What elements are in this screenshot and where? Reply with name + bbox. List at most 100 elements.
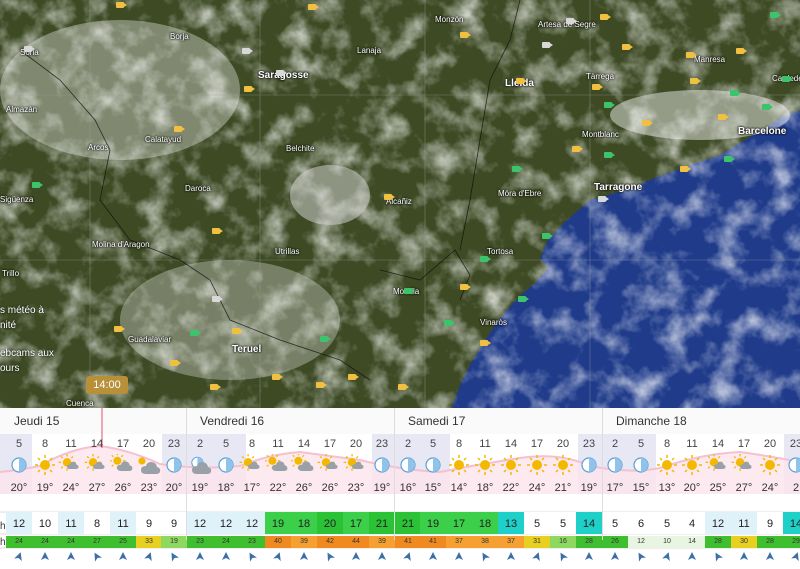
- webcam-icon[interactable]: [592, 84, 603, 90]
- webcam-icon[interactable]: [782, 76, 793, 82]
- webcam-icon[interactable]: [622, 44, 633, 50]
- city-label[interactable]: Guadalaviar: [128, 335, 171, 344]
- webcam-icon[interactable]: [690, 78, 701, 84]
- city-label[interactable]: Utrillas: [275, 247, 299, 256]
- city-label[interactable]: Daroca: [185, 184, 211, 193]
- city-label[interactable]: Almazán: [6, 105, 37, 114]
- webcam-icon[interactable]: [512, 166, 523, 172]
- city-label[interactable]: Móra d'Ebre: [498, 189, 541, 198]
- wind-direction-icon: [187, 550, 213, 564]
- webcam-icon[interactable]: [604, 102, 615, 108]
- webcam-icon[interactable]: [404, 288, 415, 294]
- city-label[interactable]: Teruel: [232, 344, 261, 355]
- webcam-icon[interactable]: [686, 52, 697, 58]
- webcam-icon[interactable]: [598, 196, 609, 202]
- webcam-icon[interactable]: [32, 182, 43, 188]
- city-label[interactable]: Montblanc: [582, 130, 619, 139]
- webcam-icon[interactable]: [170, 360, 181, 366]
- webcam-icon[interactable]: [348, 374, 359, 380]
- wind-direction-icon: [136, 550, 162, 564]
- webcam-icon[interactable]: [316, 382, 327, 388]
- temperature-value: 15°: [632, 482, 650, 494]
- city-label[interactable]: Manresa: [694, 55, 725, 64]
- webcam-icon[interactable]: [516, 78, 527, 84]
- city-label[interactable]: Tarragone: [594, 182, 642, 193]
- city-label[interactable]: Tortosa: [487, 247, 513, 256]
- webcam-icon[interactable]: [762, 104, 773, 110]
- city-label[interactable]: Tàrrega: [586, 72, 614, 81]
- city-label[interactable]: Vinaròs: [480, 318, 507, 327]
- wind-direction-icon: [628, 550, 654, 564]
- webcam-icon[interactable]: [384, 194, 395, 200]
- temperature-value: 24°: [761, 482, 779, 494]
- webcam-icon[interactable]: [244, 86, 255, 92]
- webcam-icon[interactable]: [242, 48, 253, 54]
- webcam-icon[interactable]: [642, 120, 653, 126]
- webcam-icon[interactable]: [770, 12, 781, 18]
- forecast-panel[interactable]: 12 10 11 8 11 9 9 12 12 12 19 18 20 17 21 21 19 17 18 13 5 5 1…: [0, 408, 800, 564]
- wind-speed-value: 12: [193, 518, 207, 530]
- webcam-icon[interactable]: [736, 48, 747, 54]
- day-header-saturday[interactable]: Samedi 17: [394, 408, 602, 434]
- hour-label: 11: [479, 438, 491, 450]
- temperature-value: 24°: [528, 482, 546, 494]
- webcam-icon[interactable]: [680, 166, 691, 172]
- webcam-icon[interactable]: [518, 296, 529, 302]
- temperature-value: 14°: [450, 482, 468, 494]
- webcam-icon[interactable]: [542, 42, 553, 48]
- webcam-icon[interactable]: [190, 330, 201, 336]
- webcam-icon[interactable]: [718, 114, 729, 120]
- webcam-icon[interactable]: [276, 70, 287, 76]
- webcam-icon[interactable]: [480, 256, 491, 262]
- webcam-icon[interactable]: [480, 340, 491, 346]
- temperature-value: 19°: [191, 482, 209, 494]
- city-label[interactable]: Trillo: [2, 269, 19, 278]
- webcam-icon[interactable]: [174, 126, 185, 132]
- satellite-map[interactable]: Soria Borja Monzón Artesa de Segre Lanaj…: [0, 0, 800, 408]
- city-label[interactable]: Monzón: [435, 15, 463, 24]
- city-label[interactable]: Belchite: [286, 144, 314, 153]
- webcam-icon[interactable]: [116, 2, 127, 8]
- day-header-thursday[interactable]: Jeudi 15: [0, 408, 186, 434]
- webcam-icon[interactable]: [566, 18, 577, 24]
- webcam-icon[interactable]: [542, 233, 553, 239]
- webcam-icon[interactable]: [212, 228, 223, 234]
- webcam-icon[interactable]: [398, 384, 409, 390]
- day-header-friday[interactable]: Vendredi 16: [186, 408, 394, 434]
- webcam-icon[interactable]: [114, 326, 125, 332]
- webcam-icon[interactable]: [444, 320, 455, 326]
- city-label[interactable]: Calatayud: [145, 135, 181, 144]
- webcam-icon[interactable]: [308, 4, 319, 10]
- day-header-sunday[interactable]: Dimanche 18: [602, 408, 800, 434]
- city-label[interactable]: Cuenca: [66, 399, 94, 408]
- wind-speed-value: 5: [611, 518, 619, 530]
- wind-gust-value: 24: [58, 536, 84, 548]
- hour-label: 14: [297, 438, 311, 450]
- webcam-icon[interactable]: [210, 384, 221, 390]
- webcam-icon[interactable]: [604, 152, 615, 158]
- webcam-icon[interactable]: [572, 146, 583, 152]
- webcam-icon[interactable]: [320, 336, 331, 342]
- wind-speed-value: 11: [738, 518, 750, 530]
- wind-gust-value: 28: [576, 536, 602, 548]
- webcam-icon[interactable]: [724, 156, 735, 162]
- webcam-icon[interactable]: [730, 90, 741, 96]
- city-label[interactable]: Molina d'Aragon: [92, 240, 150, 249]
- hour-label: 8: [41, 438, 49, 450]
- city-label[interactable]: Borja: [170, 32, 189, 41]
- webcam-icon[interactable]: [24, 46, 35, 52]
- hour-label: 17: [737, 438, 751, 450]
- moon-icon: [369, 454, 395, 476]
- webcam-icon[interactable]: [600, 14, 611, 20]
- webcam-icon[interactable]: [212, 296, 223, 302]
- city-label[interactable]: Sigüenza: [0, 195, 33, 204]
- webcam-icon[interactable]: [272, 374, 283, 380]
- city-label[interactable]: Lanaja: [357, 46, 381, 55]
- webcam-icon[interactable]: [460, 32, 471, 38]
- hour-label: 20: [142, 438, 156, 450]
- city-label[interactable]: Barcelone: [738, 126, 786, 137]
- city-label[interactable]: Arcos: [88, 143, 108, 152]
- time-marker[interactable]: 14:00: [86, 376, 128, 394]
- webcam-icon[interactable]: [460, 284, 471, 290]
- webcam-icon[interactable]: [232, 328, 243, 334]
